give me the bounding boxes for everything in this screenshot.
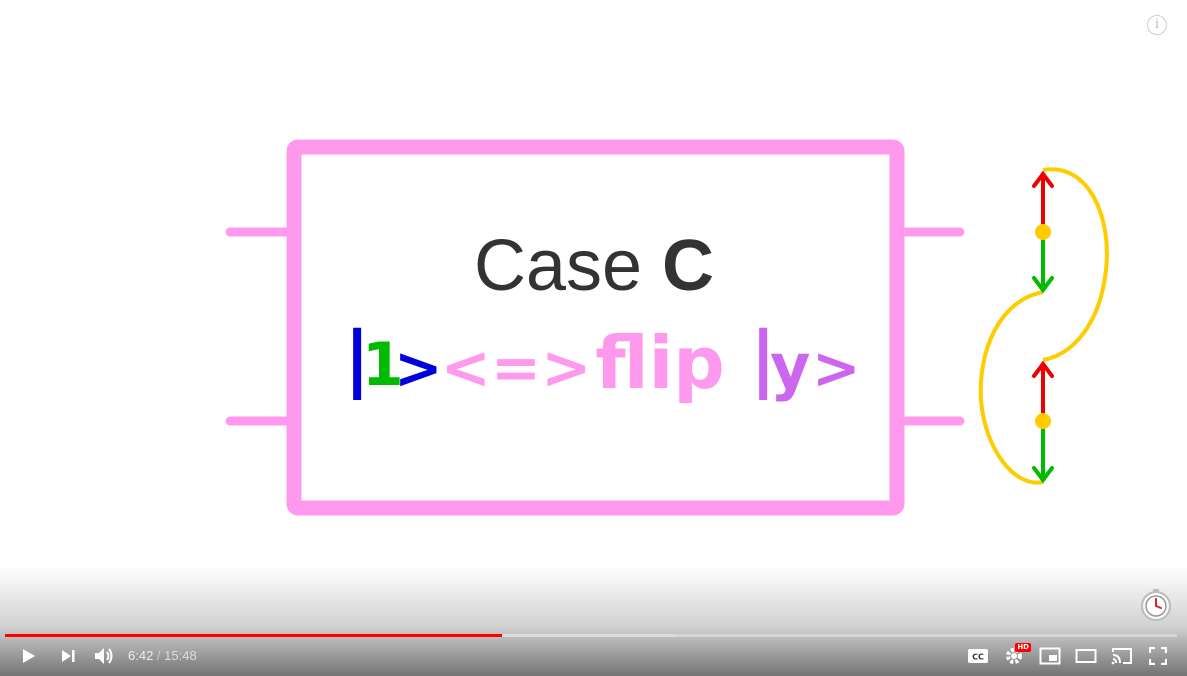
ket-y-close: > (812, 334, 861, 402)
info-icon[interactable]: i (1147, 15, 1167, 35)
volume-icon (95, 648, 113, 664)
captions-button[interactable]: CC (960, 640, 996, 672)
next-button[interactable] (50, 640, 86, 672)
ket-y-letter: y (770, 330, 810, 403)
flip-word: flip (595, 321, 725, 405)
captions-icon: CC (968, 649, 988, 663)
settings-button[interactable]: HD (996, 640, 1032, 672)
miniplayer-button[interactable] (1032, 640, 1068, 672)
cast-icon (1111, 648, 1132, 665)
play-button[interactable] (10, 640, 46, 672)
hd-badge: HD (1015, 643, 1031, 652)
video-player[interactable]: Case C | 1 > <=> flip | y > i 6:42 / 15:… (0, 0, 1187, 676)
progress-bar[interactable] (5, 634, 1177, 637)
theater-icon (1075, 649, 1097, 663)
svg-text:CC: CC (972, 653, 984, 662)
video-frame: Case C | 1 > <=> flip | y > (225, 139, 1109, 516)
duration: 15:48 (164, 648, 197, 663)
equivalence-symbol: <=> (441, 333, 592, 403)
progress-played (5, 634, 503, 637)
bottom-dot (1035, 413, 1051, 429)
top-dot (1035, 224, 1051, 240)
time-display: 6:42 / 15:48 (128, 648, 197, 664)
fullscreen-icon (1149, 647, 1167, 665)
control-bar: 6:42 / 15:48 CC HD (0, 640, 1187, 676)
play-icon (23, 649, 35, 663)
state-diagram (978, 167, 1109, 485)
current-time: 6:42 (128, 648, 154, 663)
slide-title: Case C (474, 226, 714, 306)
watch-later-icon[interactable] (1137, 586, 1175, 624)
fullscreen-button[interactable] (1140, 640, 1176, 672)
miniplayer-icon (1039, 647, 1061, 665)
next-icon (62, 650, 75, 662)
ket-one-close: > (394, 334, 443, 402)
volume-button[interactable] (86, 640, 122, 672)
theater-button[interactable] (1068, 640, 1104, 672)
cast-button[interactable] (1104, 640, 1140, 672)
bottom-arc (978, 290, 1044, 485)
time-separator: / (153, 648, 165, 663)
top-arc (1042, 167, 1109, 362)
